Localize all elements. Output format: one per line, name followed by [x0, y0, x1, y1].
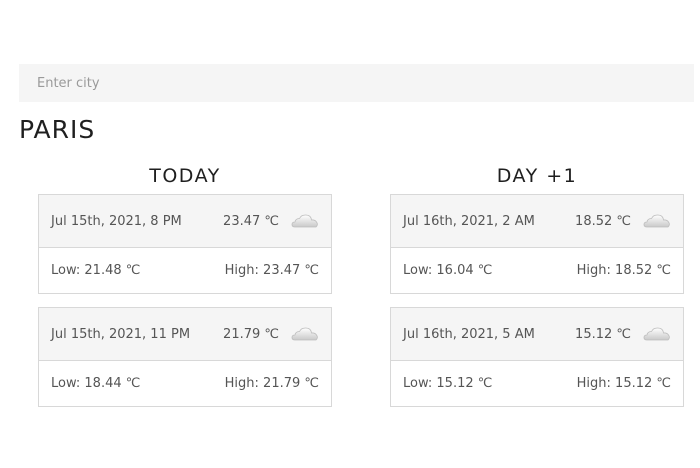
cloud-icon: [291, 213, 319, 229]
forecast-card-header: Jul 16th, 2021, 5 AM 15.12 ℃: [391, 308, 683, 361]
forecast-card-range: Low: 18.44 ℃ High: 21.79 ℃: [39, 361, 331, 406]
low-temperature: Low: 16.04 ℃: [403, 263, 493, 278]
weather-page: PARIS TODAY Jul 15th, 2021, 8 PM 23.47 ℃…: [0, 0, 700, 468]
low-temperature: Low: 18.44 ℃: [51, 376, 141, 391]
forecast-card-header: Jul 15th, 2021, 11 PM 21.79 ℃: [39, 308, 331, 361]
high-temperature: High: 21.79 ℃: [224, 376, 319, 391]
forecast-column-day-plus-1: DAY +1 Jul 16th, 2021, 2 AM 18.52 ℃ Low:…: [390, 164, 684, 420]
column-heading: TODAY: [149, 165, 221, 187]
city-search-input[interactable]: [19, 64, 694, 102]
forecast-column-today: TODAY Jul 15th, 2021, 8 PM 23.47 ℃ Low: …: [38, 164, 332, 420]
forecast-temperature: 23.47 ℃: [223, 213, 279, 229]
high-temperature: High: 18.52 ℃: [576, 263, 671, 278]
forecast-card-range: Low: 21.48 ℃ High: 23.47 ℃: [39, 248, 331, 293]
column-heading: DAY +1: [496, 165, 578, 187]
forecast-temperature: 15.12 ℃: [575, 326, 631, 342]
city-title: PARIS: [19, 115, 96, 144]
cloud-icon: [291, 326, 319, 342]
forecast-card: Jul 16th, 2021, 5 AM 15.12 ℃ Low: 15.12 …: [390, 307, 684, 407]
high-temperature: High: 15.12 ℃: [576, 376, 671, 391]
forecast-card: Jul 15th, 2021, 11 PM 21.79 ℃ Low: 18.44…: [38, 307, 332, 407]
low-temperature: Low: 21.48 ℃: [51, 263, 141, 278]
forecast-card-range: Low: 15.12 ℃ High: 15.12 ℃: [391, 361, 683, 406]
forecast-datetime: Jul 15th, 2021, 11 PM: [51, 326, 191, 342]
forecast-datetime: Jul 16th, 2021, 5 AM: [403, 326, 535, 342]
high-temperature: High: 23.47 ℃: [224, 263, 319, 278]
forecast-card: Jul 15th, 2021, 8 PM 23.47 ℃ Low: 21.48 …: [38, 194, 332, 294]
forecast-datetime: Jul 15th, 2021, 8 PM: [51, 213, 182, 229]
search-bar: [19, 64, 694, 102]
forecast-datetime: Jul 16th, 2021, 2 AM: [403, 213, 535, 229]
low-temperature: Low: 15.12 ℃: [403, 376, 493, 391]
forecast-card-header: Jul 15th, 2021, 8 PM 23.47 ℃: [39, 195, 331, 248]
forecast-card-header: Jul 16th, 2021, 2 AM 18.52 ℃: [391, 195, 683, 248]
forecast-temperature: 21.79 ℃: [223, 326, 279, 342]
cloud-icon: [643, 326, 671, 342]
forecast-card: Jul 16th, 2021, 2 AM 18.52 ℃ Low: 16.04 …: [390, 194, 684, 294]
cloud-icon: [643, 213, 671, 229]
forecast-temperature: 18.52 ℃: [575, 213, 631, 229]
forecast-card-range: Low: 16.04 ℃ High: 18.52 ℃: [391, 248, 683, 293]
